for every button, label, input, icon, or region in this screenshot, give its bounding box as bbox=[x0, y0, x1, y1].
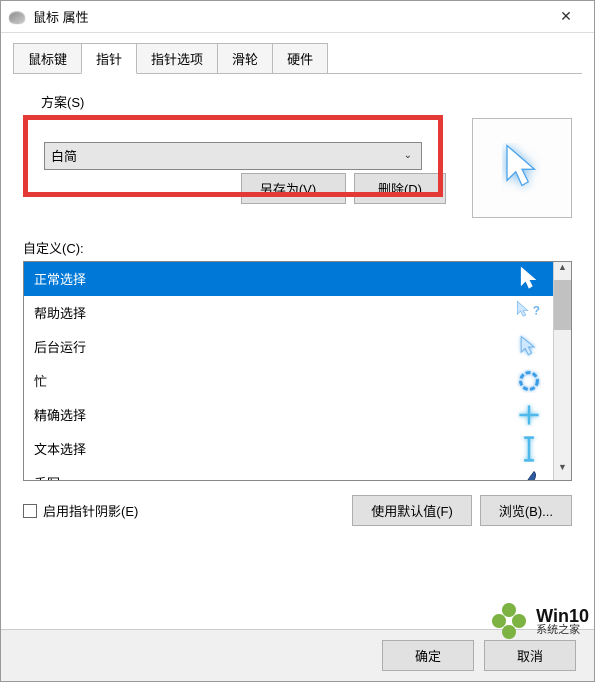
watermark: Win10 系统之家 bbox=[486, 598, 595, 644]
tabstrip: 鼠标键 指针 指针选项 滑轮 硬件 bbox=[13, 43, 582, 74]
watermark-text: Win10 系统之家 bbox=[536, 607, 589, 636]
tab-pointer-options[interactable]: 指针选项 bbox=[136, 43, 218, 73]
checkbox-box bbox=[23, 504, 37, 518]
tab-buttons[interactable]: 鼠标键 bbox=[13, 43, 82, 73]
list-item[interactable]: 手写 bbox=[24, 466, 553, 480]
help-cursor-icon: ? bbox=[515, 299, 543, 327]
tab-content: 方案(S) 白简 ⌄ 另存为(V)... 删除(D) 自定义(C): bbox=[1, 74, 594, 629]
scheme-group: 方案(S) 白简 ⌄ 另存为(V)... 删除(D) bbox=[23, 92, 460, 204]
list-item-label: 帮助选择 bbox=[34, 303, 86, 322]
checkbox-label: 启用指针阴影(E) bbox=[43, 501, 138, 520]
pen-cursor-icon bbox=[515, 469, 543, 481]
tab-hardware[interactable]: 硬件 bbox=[272, 43, 328, 73]
list-item[interactable]: 文本选择 bbox=[24, 432, 553, 466]
scroll-up-button[interactable]: ▲ bbox=[554, 262, 571, 280]
list-item[interactable]: 忙 bbox=[24, 364, 553, 398]
list-item-label: 手写 bbox=[34, 473, 60, 480]
watermark-logo-icon bbox=[492, 602, 530, 640]
list-item[interactable]: 帮助选择 ? bbox=[24, 296, 553, 330]
options-row: 启用指针阴影(E) 使用默认值(F) 浏览(B)... bbox=[23, 495, 572, 526]
list-item[interactable]: 正常选择 bbox=[24, 262, 553, 296]
preview-cursor-icon bbox=[502, 143, 542, 193]
tabs-container: 鼠标键 指针 指针选项 滑轮 硬件 bbox=[1, 33, 594, 74]
customize-buttons: 使用默认值(F) 浏览(B)... bbox=[352, 495, 572, 526]
watermark-site: 系统之家 bbox=[536, 625, 589, 636]
ibeam-cursor-icon bbox=[515, 435, 543, 463]
list-item[interactable]: 精确选择 bbox=[24, 398, 553, 432]
tab-wheel[interactable]: 滑轮 bbox=[217, 43, 273, 73]
watermark-brand: Win10 bbox=[536, 607, 589, 625]
arrow-cursor-icon bbox=[515, 265, 543, 293]
list-item-label: 文本选择 bbox=[34, 439, 86, 458]
list-item-label: 精确选择 bbox=[34, 405, 86, 424]
browse-button[interactable]: 浏览(B)... bbox=[480, 495, 572, 526]
mouse-icon bbox=[9, 11, 25, 23]
ok-button[interactable]: 确定 bbox=[382, 640, 474, 671]
use-default-button[interactable]: 使用默认值(F) bbox=[352, 495, 472, 526]
cancel-button[interactable]: 取消 bbox=[484, 640, 576, 671]
list-item[interactable]: 后台运行 bbox=[24, 330, 553, 364]
cursor-listbox[interactable]: 正常选择 帮助选择 ? 后台运行 bbox=[24, 262, 553, 480]
cursor-preview-box bbox=[472, 118, 572, 218]
list-item-label: 正常选择 bbox=[34, 269, 86, 288]
listbox-scrollbar[interactable]: ▲ ▼ bbox=[553, 262, 571, 480]
annotation-highlight-box: 白简 ⌄ bbox=[23, 115, 443, 197]
pointer-shadow-checkbox[interactable]: 启用指针阴影(E) bbox=[23, 501, 138, 520]
mouse-properties-dialog: 鼠标 属性 ✕ 鼠标键 指针 指针选项 滑轮 硬件 方案(S) 白简 ⌄ 另存为 bbox=[0, 0, 595, 682]
cursor-listbox-wrap: 正常选择 帮助选择 ? 后台运行 bbox=[23, 261, 572, 481]
scroll-down-button[interactable]: ▼ bbox=[554, 462, 571, 480]
busy-arrow-cursor-icon bbox=[515, 333, 543, 361]
scheme-row: 方案(S) 白简 ⌄ 另存为(V)... 删除(D) bbox=[23, 92, 572, 218]
list-item-label: 后台运行 bbox=[34, 337, 86, 356]
scroll-thumb[interactable] bbox=[554, 280, 571, 330]
svg-text:?: ? bbox=[533, 304, 540, 317]
scheme-dropdown[interactable]: 白简 bbox=[44, 142, 422, 170]
scroll-track[interactable] bbox=[554, 330, 571, 462]
tab-pointers[interactable]: 指针 bbox=[81, 43, 137, 74]
cross-cursor-icon bbox=[515, 401, 543, 429]
customize-label: 自定义(C): bbox=[23, 238, 572, 257]
window-title: 鼠标 属性 bbox=[33, 7, 546, 26]
close-button[interactable]: ✕ bbox=[546, 1, 586, 32]
list-item-label: 忙 bbox=[34, 371, 47, 390]
titlebar: 鼠标 属性 ✕ bbox=[1, 1, 594, 33]
busy-cursor-icon bbox=[515, 367, 543, 395]
scheme-label: 方案(S) bbox=[23, 92, 460, 111]
